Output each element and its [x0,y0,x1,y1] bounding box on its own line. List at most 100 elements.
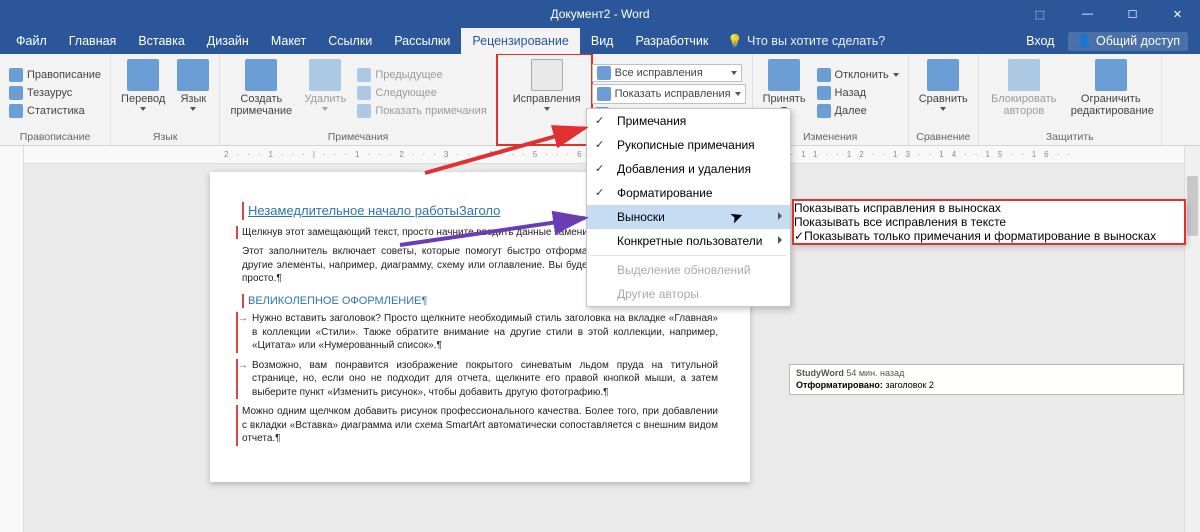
next-change-button[interactable]: Далее [814,103,902,119]
thesaurus-label: Тезаурус [27,87,72,99]
check-icon: ✓ [794,229,804,243]
group-compare-label: Сравнение [915,129,972,143]
submenu-icon [778,212,782,220]
vertical-ruler[interactable] [0,146,24,532]
close-button[interactable]: ✕ [1155,0,1200,28]
submenu-label: Показывать исправления в выносках [794,201,1001,215]
delete-icon [309,59,341,91]
tab-view[interactable]: Вид [580,28,625,54]
show-markup-button[interactable]: Показать исправления [592,84,746,104]
menu-formatting[interactable]: ✓Форматирование [587,181,790,205]
group-protect: Блокировать авторов Ограничить редактиро… [979,54,1162,145]
balloon-author: StudyWord [796,368,844,378]
window-controls: ⬚ — ☐ ✕ [1025,0,1200,28]
menu-label: Конкретные пользователи [617,234,762,248]
para-3[interactable]: Можно одним щелчком добавить рисунок про… [236,405,718,446]
show-icon [357,104,371,118]
spelling-label: Правописание [27,69,101,81]
compare-button[interactable]: Сравнить [915,57,972,129]
show-markup-menu: ✓Примечания ✓Рукописные примечания ✓Доба… [586,108,791,307]
balloons-opt-3[interactable]: ✓Показывать только примечания и форматир… [794,229,1184,243]
prev-comment-button[interactable]: Предыдущее [354,67,489,83]
language-button[interactable]: Язык [173,57,213,129]
bullet-2[interactable]: Возможно, вам понравится изображение пок… [236,359,718,400]
submenu-icon [778,236,782,244]
markup-icon [597,87,611,101]
delete-comment-button[interactable]: Удалить [300,57,350,129]
menu-label: Примечания [617,114,686,128]
comment-icon [245,59,277,91]
vertical-scrollbar[interactable] [1184,146,1200,532]
next-comment-button[interactable]: Следующее [354,85,489,101]
statistics-button[interactable]: Статистика [6,103,104,119]
menu-insertions[interactable]: ✓Добавления и удаления [587,157,790,181]
menu-comments[interactable]: ✓Примечания [587,109,790,133]
display-for-review-dropdown[interactable]: Все исправления [592,64,742,82]
scrollbar-thumb[interactable] [1187,176,1198,236]
accept-label: Принять [763,93,806,105]
menu-label: Выделение обновлений [617,263,751,277]
abc-icon [9,68,23,82]
tab-home[interactable]: Главная [58,28,128,54]
menu-separator [591,255,786,256]
balloons-opt-2[interactable]: Показывать все исправления в тексте [794,215,1184,229]
reject-label: Отклонить [835,69,889,81]
prev-change-button[interactable]: Назад [814,85,902,101]
show-comments-label: Показать примечания [375,105,486,117]
track-changes-button[interactable]: Исправления [503,57,591,129]
restrict-label: Ограничить редактирование [1071,93,1151,117]
show-markup-label: Показать исправления [615,88,731,100]
track-icon [531,59,563,91]
block-authors-button[interactable]: Блокировать авторов [985,57,1063,129]
tab-design[interactable]: Дизайн [196,28,260,54]
restrict-icon [1095,59,1127,91]
tab-file[interactable]: Файл [5,28,58,54]
next-label: Следующее [375,87,437,99]
menu-balloons[interactable]: Выноски [587,205,790,229]
bullet-1[interactable]: Нужно вставить заголовок? Просто щелкнит… [236,312,718,353]
menu-other-authors: Другие авторы [587,282,790,306]
tell-me-search[interactable]: 💡 Что вы хотите сделать? [727,28,885,54]
group-language: Перевод Язык Язык [111,54,220,145]
forward-icon [817,104,831,118]
check-icon: ✓ [595,162,604,175]
ribbon-options-icon[interactable]: ⬚ [1025,0,1055,28]
balloon-time: 54 мин. назад [846,368,904,378]
submenu-label: Показывать только примечания и форматиро… [804,229,1156,243]
submenu-label: Показывать все исправления в тексте [794,215,1006,229]
menu-ink[interactable]: ✓Рукописные примечания [587,133,790,157]
prev-icon [357,68,371,82]
tab-references[interactable]: Ссылки [317,28,383,54]
balloons-opt-1[interactable]: Показывать исправления в выносках [794,201,1184,215]
group-comments-label: Примечания [226,129,489,143]
prev-label: Предыдущее [375,69,442,81]
tab-mailings[interactable]: Рассылки [383,28,461,54]
share-button[interactable]: 👤 Общий доступ [1068,32,1188,51]
menu-label: Другие авторы [617,287,699,301]
thesaurus-button[interactable]: Тезаурус [6,85,104,101]
minimize-button[interactable]: — [1065,0,1110,28]
show-comments-button[interactable]: Показать примечания [354,103,489,119]
new-comment-button[interactable]: Создать примечание [226,57,296,129]
tab-developer[interactable]: Разработчик [624,28,719,54]
reject-icon [817,68,831,82]
spelling-button[interactable]: Правописание [6,67,104,83]
sign-in-link[interactable]: Вход [1026,34,1054,48]
menu-specific-people[interactable]: Конкретные пользователи [587,229,790,253]
balloon-text: Отформатировано: [796,380,883,390]
language-label: Язык [180,93,206,105]
tab-insert[interactable]: Вставка [127,28,195,54]
tab-review[interactable]: Рецензирование [461,28,580,54]
maximize-button[interactable]: ☐ [1110,0,1155,28]
revision-balloon[interactable]: StudyWord 54 мин. назад Отформатировано:… [789,364,1184,395]
list-icon [597,66,611,80]
translate-button[interactable]: Перевод [117,57,169,129]
group-proofing: Правописание Тезаурус Статистика Правопи… [0,54,111,145]
group-language-label: Язык [117,129,213,143]
reject-button[interactable]: Отклонить [814,67,902,83]
restrict-editing-button[interactable]: Ограничить редактирование [1067,57,1155,129]
person-icon: 👤 [1076,34,1092,49]
menu-label: Форматирование [617,186,713,200]
track-label: Исправления [513,93,581,105]
tab-layout[interactable]: Макет [260,28,317,54]
